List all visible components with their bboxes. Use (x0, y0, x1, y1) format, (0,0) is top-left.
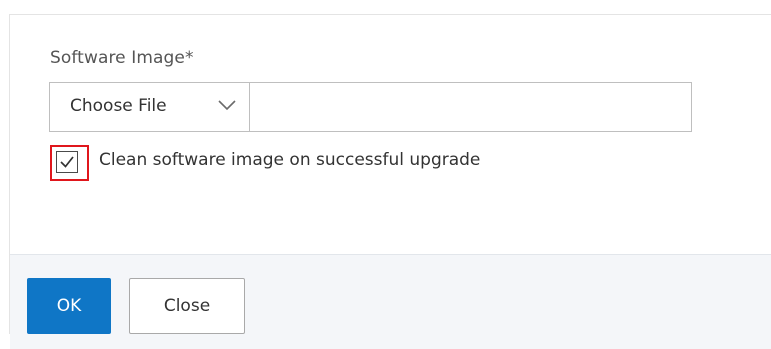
clean-image-label[interactable]: Clean software image on successful upgra… (99, 150, 480, 170)
upgrade-dialog: Software Image* Choose File Clean softwa… (0, 0, 771, 349)
choose-file-label: Choose File (70, 96, 167, 116)
choose-file-button[interactable]: Choose File (50, 83, 250, 131)
clean-image-checkbox[interactable] (56, 151, 78, 173)
software-image-file-picker[interactable]: Choose File (49, 82, 692, 132)
selected-file-name[interactable] (251, 83, 691, 131)
dialog-footer (10, 254, 771, 349)
checkmark-icon (60, 156, 74, 168)
ok-button[interactable]: OK (27, 278, 111, 334)
software-image-label: Software Image* (50, 48, 194, 68)
chevron-down-icon (218, 97, 236, 111)
close-button[interactable]: Close (129, 278, 245, 334)
